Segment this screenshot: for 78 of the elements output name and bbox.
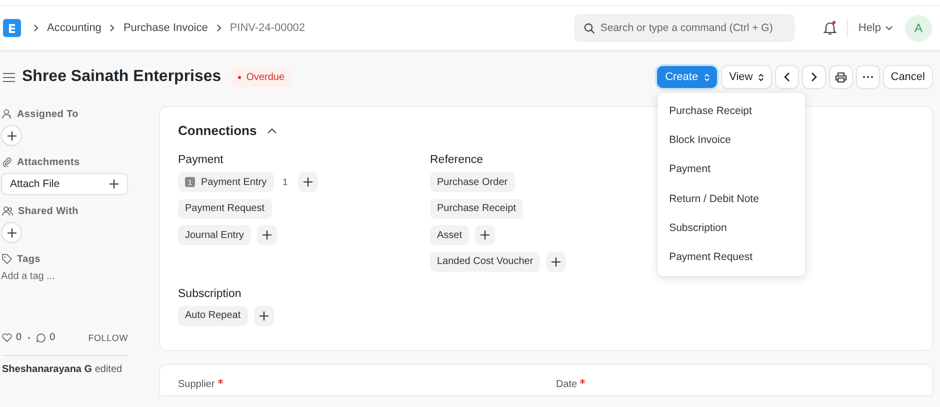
group-title: Reference <box>430 154 484 166</box>
breadcrumb-link[interactable]: Accounting <box>47 22 102 34</box>
chevron-down-icon <box>885 25 893 31</box>
menu-item[interactable]: Purchase Receipt <box>658 97 806 126</box>
bell-icon[interactable] <box>823 20 838 36</box>
add-button[interactable] <box>254 306 274 326</box>
field-label: Supplier <box>178 378 215 390</box>
section-title: Attachments <box>17 156 80 168</box>
heart-icon[interactable] <box>2 333 12 342</box>
plus-icon <box>258 310 269 320</box>
menu-item[interactable]: Payment Request <box>658 242 806 272</box>
attach-file-button[interactable]: Attach File <box>2 174 127 194</box>
menu-item[interactable]: Payment <box>658 155 806 185</box>
create-button[interactable]: Create <box>657 66 718 88</box>
user-icon <box>2 109 12 119</box>
activity-text: Sheshanarayana G edited <box>2 364 124 375</box>
next-button[interactable] <box>802 66 825 88</box>
caret-icon <box>704 72 710 82</box>
collapse-icon[interactable] <box>266 128 277 134</box>
connection-link[interactable]: Auto Repeat <box>178 306 248 326</box>
comment-count: 0 <box>50 332 56 343</box>
status-badge: Overdue <box>231 68 292 86</box>
page-title: Shree Sainath Enterprises <box>22 68 222 86</box>
plus-icon <box>109 179 119 189</box>
caret-icon <box>758 72 764 82</box>
search-icon <box>584 23 596 34</box>
like-count: 0 <box>16 332 22 343</box>
connection-link[interactable]: Purchase Order <box>430 172 515 192</box>
help-menu[interactable]: Help <box>858 22 893 34</box>
tag-icon <box>2 254 12 264</box>
plus-icon <box>262 230 272 240</box>
section-title: Tags <box>17 254 40 264</box>
connection-link[interactable]: Purchase Receipt <box>430 198 523 218</box>
connection-link[interactable]: Asset <box>430 225 470 245</box>
section-title: Shared With <box>18 206 78 216</box>
group-title: Subscription <box>178 288 242 300</box>
field-label: Date <box>556 378 578 390</box>
menu-icon[interactable] <box>3 72 15 82</box>
connection-link[interactable]: Landed Cost Voucher <box>430 252 540 272</box>
paperclip-icon <box>2 157 12 167</box>
plus-icon <box>551 256 562 266</box>
menu-item[interactable]: Return / Debit Note <box>658 184 806 214</box>
connection-link[interactable]: Journal Entry <box>178 225 251 245</box>
printer-icon <box>834 72 847 82</box>
search-field[interactable]: Search or type a command (Ctrl + G) <box>574 14 796 42</box>
users-icon <box>2 206 13 216</box>
connection-link[interactable]: Payment Request <box>178 198 272 218</box>
view-button[interactable]: View <box>722 66 771 88</box>
tag-input[interactable]: Add a tag ... <box>1 271 121 282</box>
plus-icon <box>6 228 16 238</box>
chevron-left-icon <box>784 72 790 82</box>
add-button[interactable] <box>2 126 21 145</box>
breadcrumb-link[interactable]: Purchase Invoice <box>123 22 208 34</box>
count-text: 1 <box>282 177 288 187</box>
add-button[interactable] <box>475 225 496 245</box>
group-title: Payment <box>178 154 224 166</box>
cancel-button[interactable]: Cancel <box>884 66 932 88</box>
print-button[interactable] <box>830 66 852 88</box>
comment-icon[interactable] <box>36 332 46 342</box>
add-button[interactable] <box>2 223 21 242</box>
section-heading: Connections <box>178 123 257 138</box>
plus-icon <box>480 230 490 240</box>
app-logo[interactable] <box>3 19 21 37</box>
add-button[interactable] <box>546 252 566 272</box>
add-button[interactable] <box>256 225 277 245</box>
chevron-right-icon <box>810 72 817 82</box>
breadcrumb-link[interactable]: PINV-24-00002 <box>230 22 306 34</box>
previous-button[interactable] <box>776 66 798 88</box>
chevron-right-icon <box>216 24 222 32</box>
follow-button[interactable]: FOLLOW <box>88 332 128 342</box>
section-title: Assigned To <box>17 108 78 120</box>
plus-icon <box>302 177 313 187</box>
plus-icon <box>6 130 16 140</box>
add-button[interactable] <box>298 172 318 192</box>
chevron-right-icon <box>109 24 116 32</box>
menu-item[interactable]: Block Invoice <box>658 126 806 156</box>
chevron-right-icon <box>33 24 39 32</box>
menu-item[interactable]: Subscription <box>658 214 806 243</box>
